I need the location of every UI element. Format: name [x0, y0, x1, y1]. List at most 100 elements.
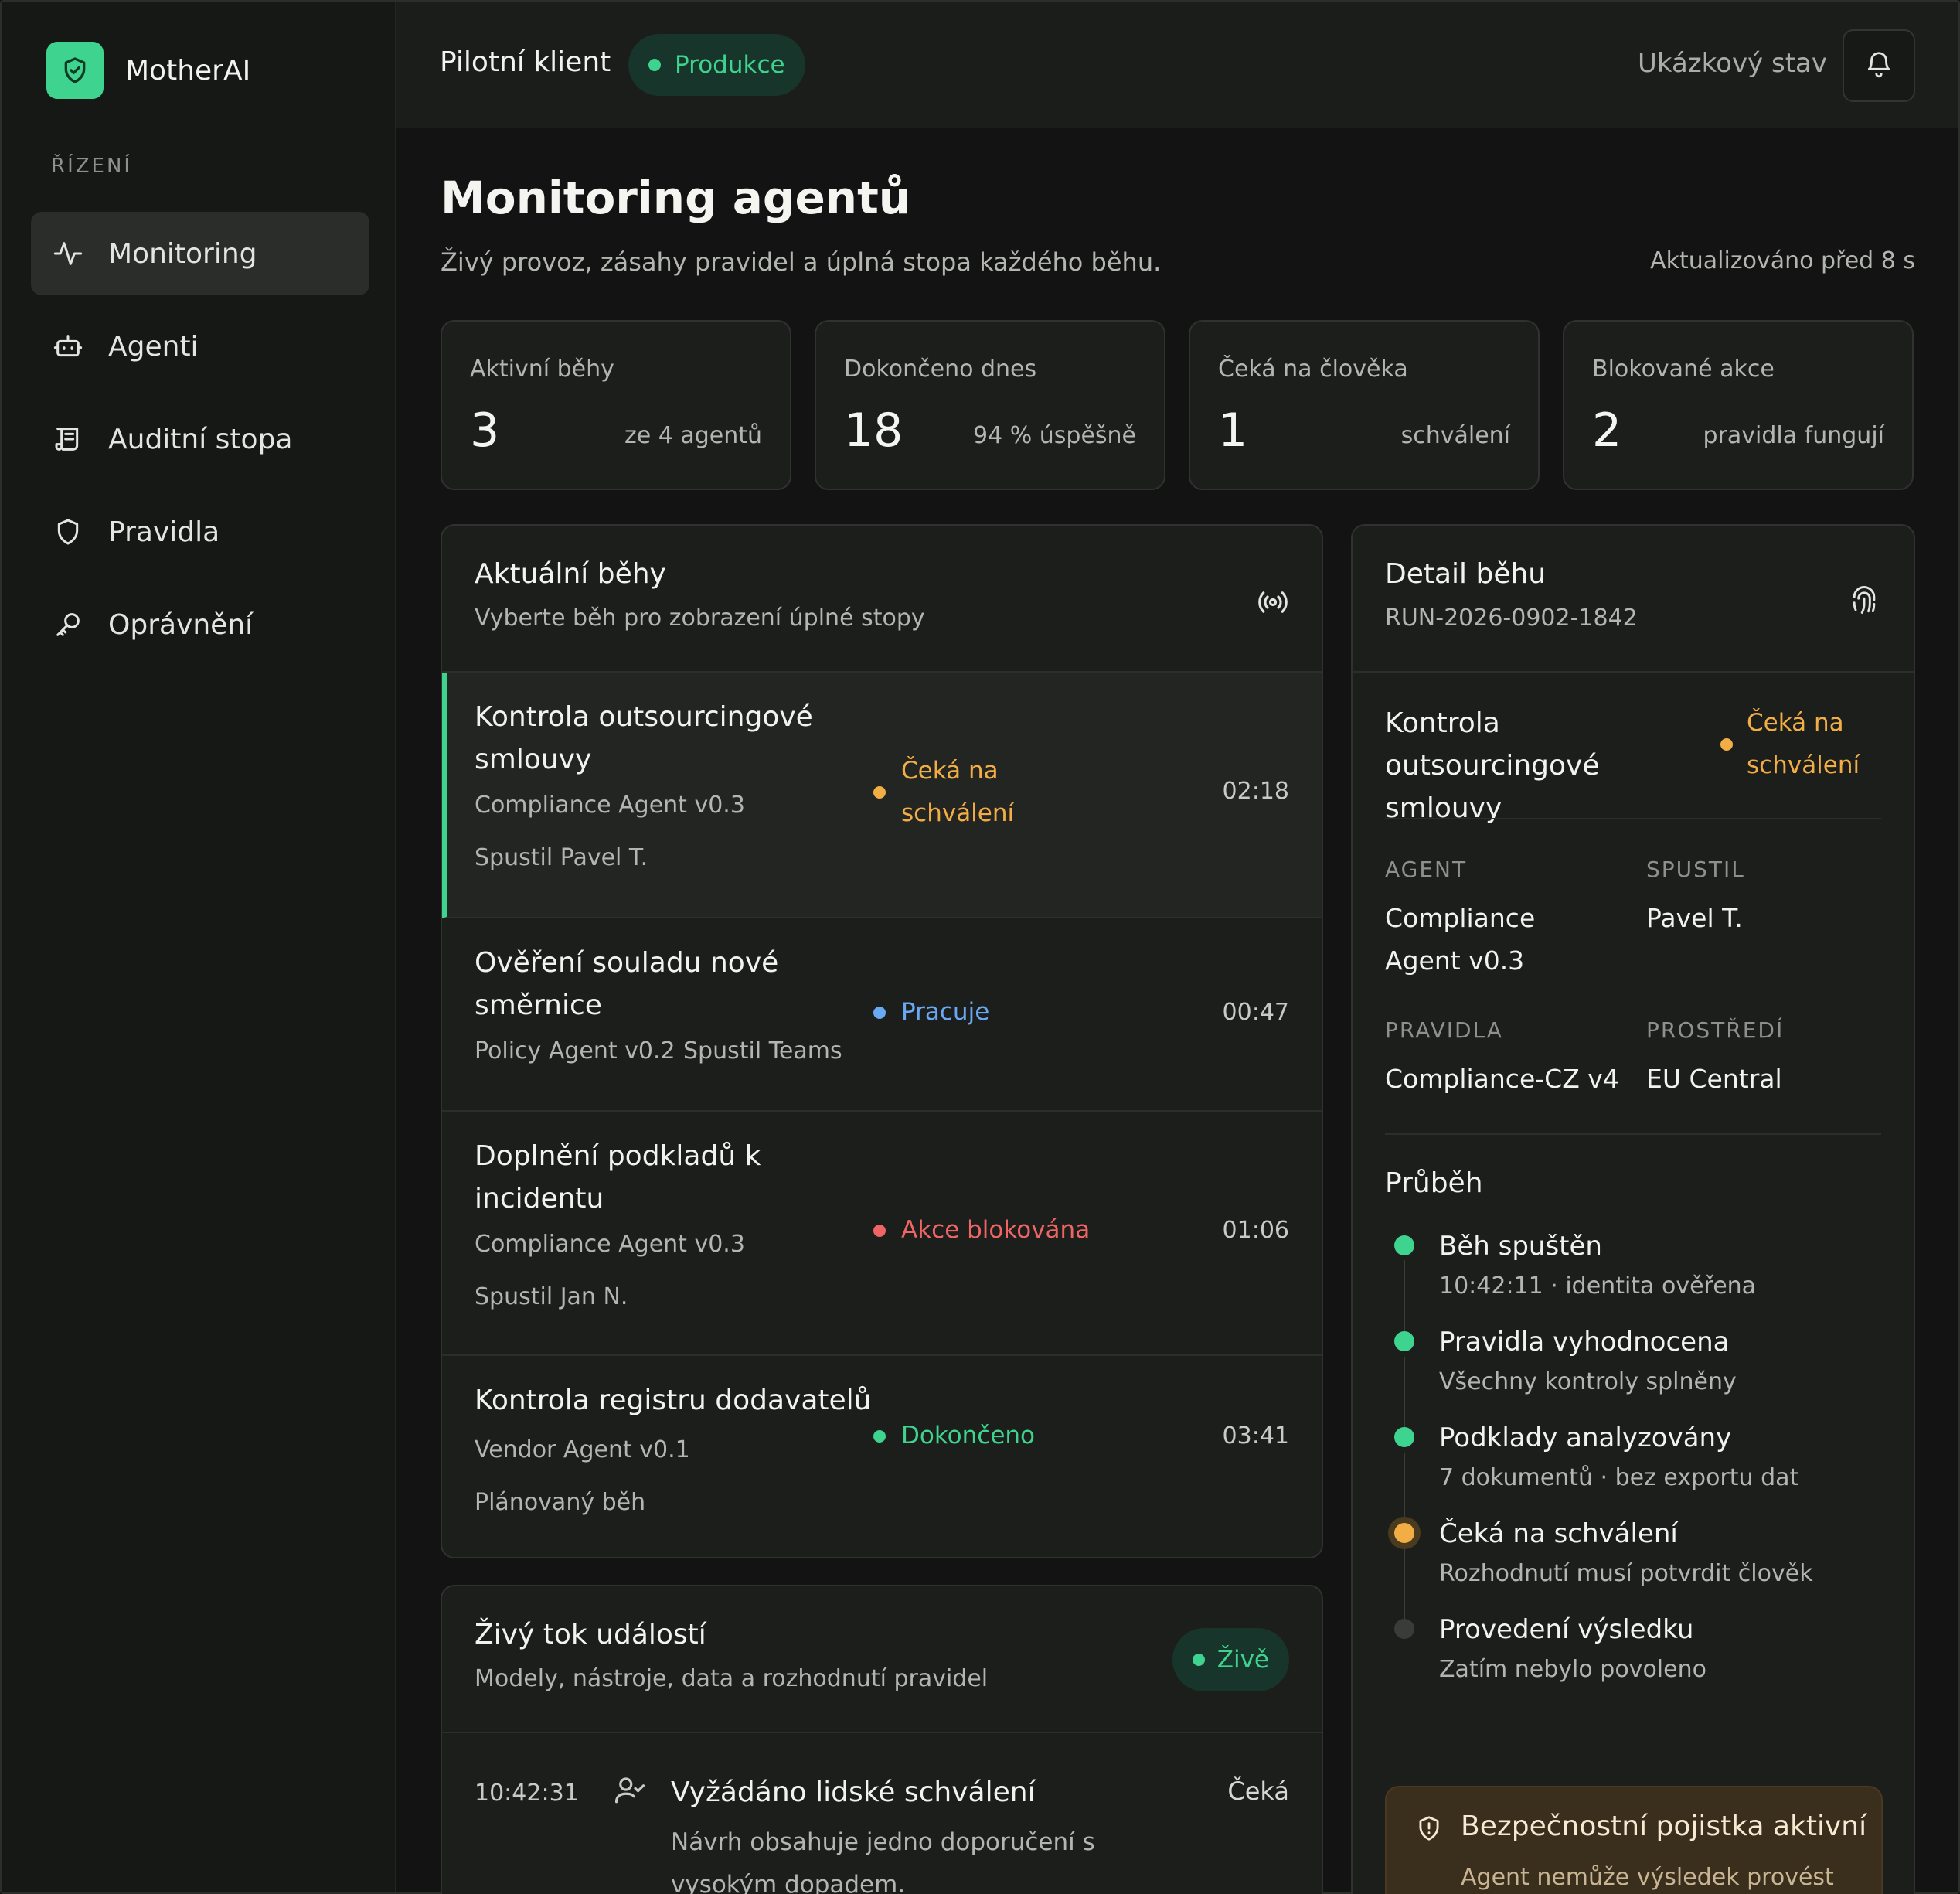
runs-panel: Aktuální běhy Vyberte běh pro zobrazení …: [441, 524, 1323, 1558]
sidebar-item-rules[interactable]: Pravidla: [31, 490, 369, 574]
guard-subtitle: Agent nemůže výsledek provést bez lidské…: [1461, 1864, 1834, 1891]
run-status-label: Pracuje: [901, 998, 990, 1026]
stat-note: pravidla fungují: [1703, 422, 1884, 449]
shield-icon: [51, 515, 85, 549]
sidebar: MotherAI ŘÍZENÍ Monitoring Agenti Auditn…: [2, 2, 396, 1892]
client-name[interactable]: Pilotní klient: [440, 46, 611, 78]
run-row[interactable]: Ověření souladu nové směrnice Policy Age…: [442, 918, 1322, 1112]
detail-header: Detail běhu RUN-2026-0902-1842: [1353, 526, 1914, 673]
divider: [1385, 818, 1881, 819]
user-check-icon: [614, 1773, 646, 1809]
fingerprint-icon: [1847, 583, 1881, 620]
run-status: Pracuje: [873, 991, 989, 1034]
run-started-by: Spustil Pavel T.: [475, 844, 648, 871]
sidebar-item-label: Monitoring: [108, 237, 257, 270]
event-time: 10:42:31: [475, 1780, 579, 1807]
notifications-button[interactable]: [1843, 29, 1915, 102]
safety-guard-notice: Bezpečnostní pojistka aktivní Agent nemů…: [1385, 1786, 1883, 1894]
page-subtitle: Živý provoz, zásahy pravidel a úplná sto…: [441, 247, 1162, 277]
run-status: Čeká na schválení: [873, 750, 1028, 835]
sidebar-item-permissions[interactable]: Oprávnění: [31, 583, 369, 666]
run-status-label: Čeká na schválení: [901, 757, 1015, 827]
started-by-label: SPUSTIL: [1646, 857, 1745, 882]
event-row[interactable]: 10:42:31 Vyžádáno lidské schválení Návrh…: [442, 1733, 1322, 1894]
run-agent: Compliance Agent v0.3: [475, 1231, 745, 1258]
scroll-icon: [51, 422, 85, 456]
run-agent: Compliance Agent v0.3: [475, 792, 745, 819]
updated-label: Aktualizováno před 8 s: [1650, 247, 1915, 274]
stat-card-blocked-actions: Blokované akce 2 pravidla fungují: [1563, 320, 1914, 490]
stat-value: 1: [1218, 404, 1248, 458]
stat-label: Blokované akce: [1592, 356, 1775, 383]
rules-value: Compliance-CZ v4: [1385, 1064, 1619, 1094]
brand[interactable]: MotherAI: [46, 42, 250, 99]
sidebar-item-label: Agenti: [108, 330, 199, 363]
run-title: Ověření souladu nové směrnice: [475, 947, 779, 1021]
event-description: Návrh obsahuje jedno doporučení s vysoký…: [671, 1828, 1095, 1894]
environment-badge: Produkce: [628, 34, 805, 96]
progress-title: Průběh: [1385, 1167, 1483, 1199]
step-todo-dot: [1394, 1619, 1414, 1639]
run-started-by: Plánovaný běh: [475, 1489, 646, 1516]
environment-value: EU Central: [1646, 1064, 1782, 1094]
run-title: Doplnění podkladů k incidentu: [475, 1140, 761, 1214]
sidebar-item-audit[interactable]: Auditní stopa: [31, 397, 369, 481]
broadcast-icon: [1257, 586, 1289, 622]
detail-title: Detail běhu: [1385, 558, 1547, 590]
run-id: RUN-2026-0902-1842: [1385, 605, 1638, 632]
timeline-connector: [1404, 1453, 1405, 1524]
event-status: Čeká: [1227, 1776, 1289, 1806]
run-row[interactable]: Doplnění podkladů k incidentu Compliance…: [442, 1112, 1322, 1356]
step-subtitle: 10:42:11 · identita ověřena: [1439, 1272, 1757, 1300]
stat-card-completed-today: Dokončeno dnes 18 94 % úspěšně: [815, 320, 1165, 490]
guard-title: Bezpečnostní pojistka aktivní: [1461, 1811, 1867, 1842]
runs-subtitle: Vyberte běh pro zobrazení úplné stopy: [475, 605, 925, 632]
run-detail-panel: Detail běhu RUN-2026-0902-1842 Kontrola …: [1351, 524, 1915, 1894]
runs-title: Aktuální běhy: [475, 558, 666, 590]
step-subtitle: Rozhodnutí musí potvrdit člověk: [1439, 1560, 1813, 1587]
sidebar-item-monitoring[interactable]: Monitoring: [31, 212, 369, 295]
sidebar-item-agents[interactable]: Agenti: [31, 305, 369, 388]
sidebar-nav: Monitoring Agenti Auditní stopa Pravidla…: [31, 212, 369, 676]
page-title: Monitoring agentů: [441, 172, 911, 224]
events-subtitle: Modely, nástroje, data a rozhodnutí prav…: [475, 1665, 989, 1692]
stat-card-awaiting-human: Čeká na člověka 1 schválení: [1189, 320, 1540, 490]
run-row[interactable]: Kontrola registru dodavatelů Vendor Agen…: [442, 1356, 1322, 1557]
environment-label: Produkce: [675, 51, 785, 79]
live-label: Živě: [1216, 1646, 1269, 1674]
stat-note: schválení: [1400, 422, 1510, 449]
status-dot: [1192, 1654, 1205, 1666]
run-row[interactable]: Kontrola outsourcingové smlouvy Complian…: [442, 673, 1322, 918]
timeline-connector: [1404, 1549, 1405, 1620]
run-title: Kontrola outsourcingové smlouvy: [475, 701, 813, 775]
run-started-by: Spustil Teams: [683, 1037, 842, 1065]
bell-icon: [1864, 49, 1894, 82]
runs-header: Aktuální běhy Vyberte běh pro zobrazení …: [442, 526, 1322, 673]
run-duration: 02:18: [1222, 778, 1289, 805]
step-subtitle: Zatím nebylo povoleno: [1439, 1656, 1706, 1683]
run-status: Akce blokována: [873, 1209, 1090, 1252]
run-status-label: Akce blokována: [901, 1216, 1091, 1244]
run-duration: 00:47: [1222, 999, 1289, 1026]
detail-status: Čeká na schválení: [1720, 702, 1875, 787]
started-by-value: Pavel T.: [1646, 903, 1743, 933]
event-title: Vyžádáno lidské schválení: [671, 1776, 1036, 1808]
sidebar-item-label: Oprávnění: [108, 608, 254, 641]
run-agent: Policy Agent v0.2: [475, 1037, 675, 1065]
stat-label: Aktivní běhy: [470, 356, 614, 383]
step-subtitle: Všechny kontroly splněny: [1439, 1368, 1737, 1395]
detail-run-title: Kontrola outsourcingové smlouvy: [1385, 707, 1600, 824]
rules-label: PRAVIDLA: [1385, 1017, 1503, 1043]
agent-value: Compliance Agent v0.3: [1385, 903, 1536, 976]
status-dot: [873, 1429, 886, 1443]
sidebar-item-label: Auditní stopa: [108, 423, 293, 455]
demo-state-label: Ukázkový stav: [1638, 48, 1827, 79]
events-title: Živý tok událostí: [475, 1619, 706, 1650]
run-started-by: Spustil Jan N.: [475, 1283, 628, 1310]
stat-card-active-runs: Aktivní běhy 3 ze 4 agentů: [441, 320, 791, 490]
stat-label: Čeká na člověka: [1218, 356, 1408, 383]
nav-section-label: ŘÍZENÍ: [51, 155, 133, 178]
stat-value: 3: [470, 404, 500, 458]
step-title: Provedení výsledku: [1439, 1614, 1694, 1645]
status-dot: [873, 1006, 886, 1019]
